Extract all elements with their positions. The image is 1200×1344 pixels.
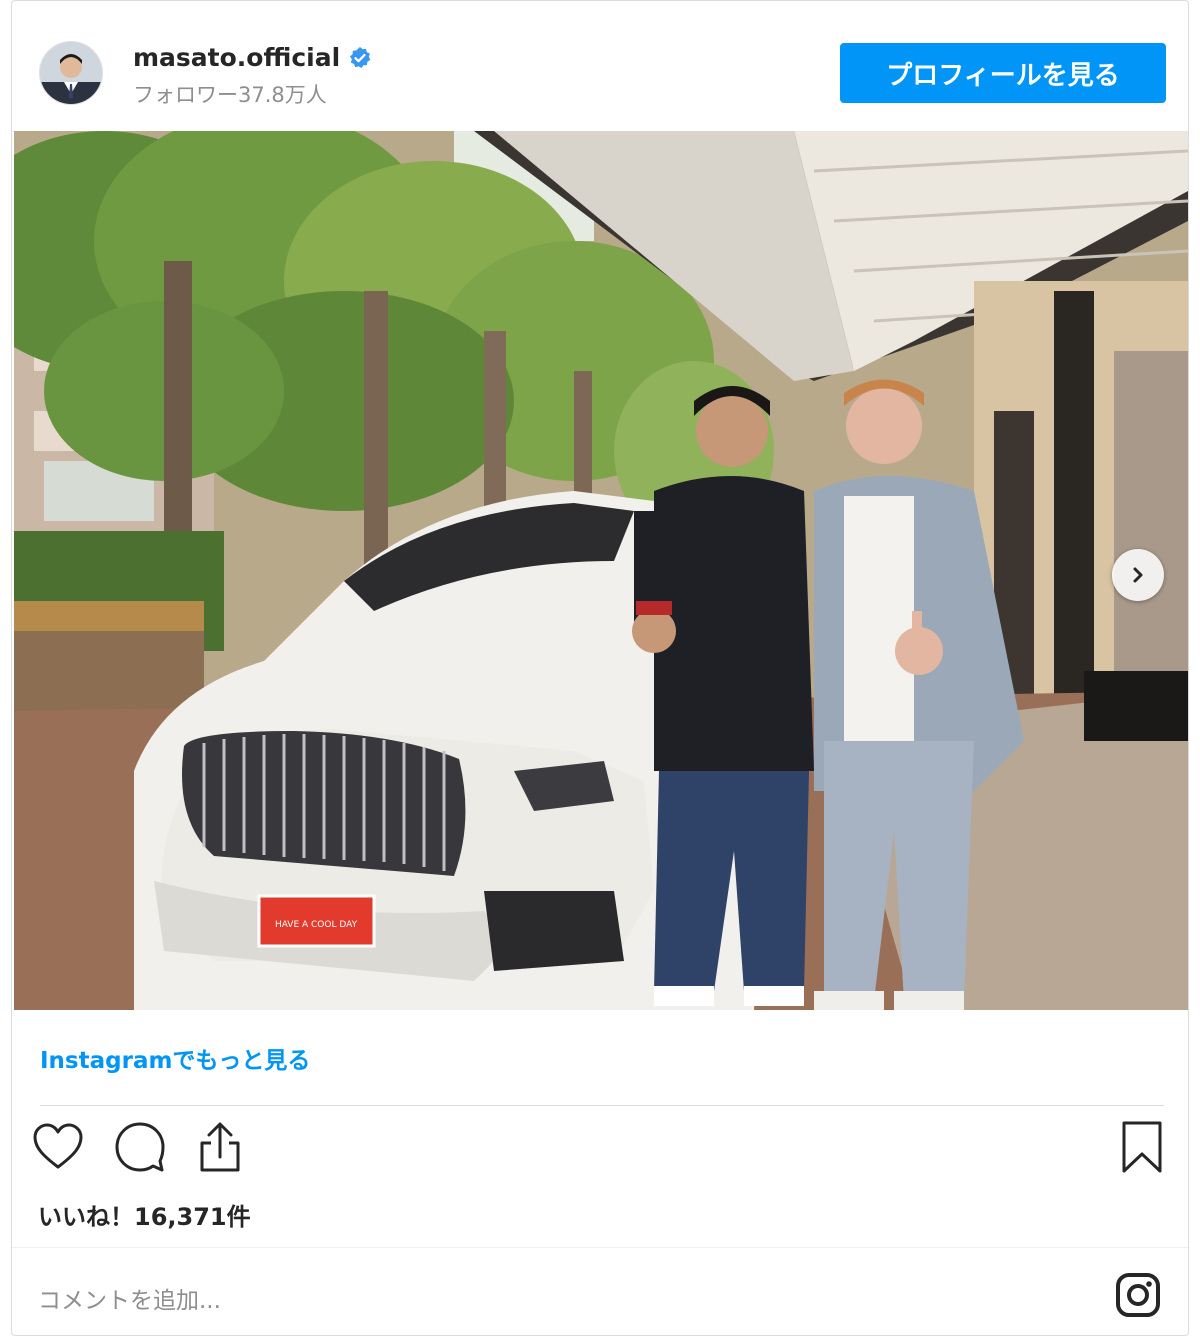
comment-icon [114, 1121, 166, 1177]
share-icon [197, 1121, 243, 1177]
view-profile-button[interactable]: プロフィールを見る [840, 43, 1166, 103]
share-button[interactable] [192, 1119, 248, 1179]
next-photo-button[interactable] [1112, 549, 1164, 601]
username[interactable]: masato.official [133, 43, 340, 72]
like-button[interactable] [30, 1119, 86, 1179]
chevron-right-icon [1128, 565, 1148, 585]
heart-icon [32, 1123, 84, 1175]
instagram-icon [1115, 1272, 1161, 1322]
post-header: masato.official フォロワー37.8万人 プロフィールを見る [12, 1, 1188, 131]
bookmark-icon [1120, 1120, 1164, 1178]
add-comment-field[interactable]: コメントを追加... [38, 1281, 221, 1315]
bookmark-button[interactable] [1114, 1119, 1170, 1179]
verified-badge-icon [348, 46, 372, 70]
divider [40, 1105, 1164, 1106]
username-row: masato.official [133, 43, 372, 72]
action-bar [12, 1119, 1188, 1179]
view-more-on-instagram-link[interactable]: Instagramでもっと見る [40, 1041, 310, 1075]
follower-count: フォロワー37.8万人 [133, 83, 327, 107]
divider [12, 1247, 1188, 1248]
post-photo[interactable]: HAVE A COOL DAY [14, 131, 1188, 1010]
plate-text: HAVE A COOL DAY [275, 920, 358, 930]
instagram-embed-card: masato.official フォロワー37.8万人 プロフィールを見る HA… [11, 0, 1189, 1336]
avatar[interactable] [39, 41, 103, 105]
comment-button[interactable] [112, 1119, 168, 1179]
instagram-logo-link[interactable] [1112, 1271, 1164, 1323]
like-count[interactable]: いいね！16,371件 [38, 1197, 251, 1232]
